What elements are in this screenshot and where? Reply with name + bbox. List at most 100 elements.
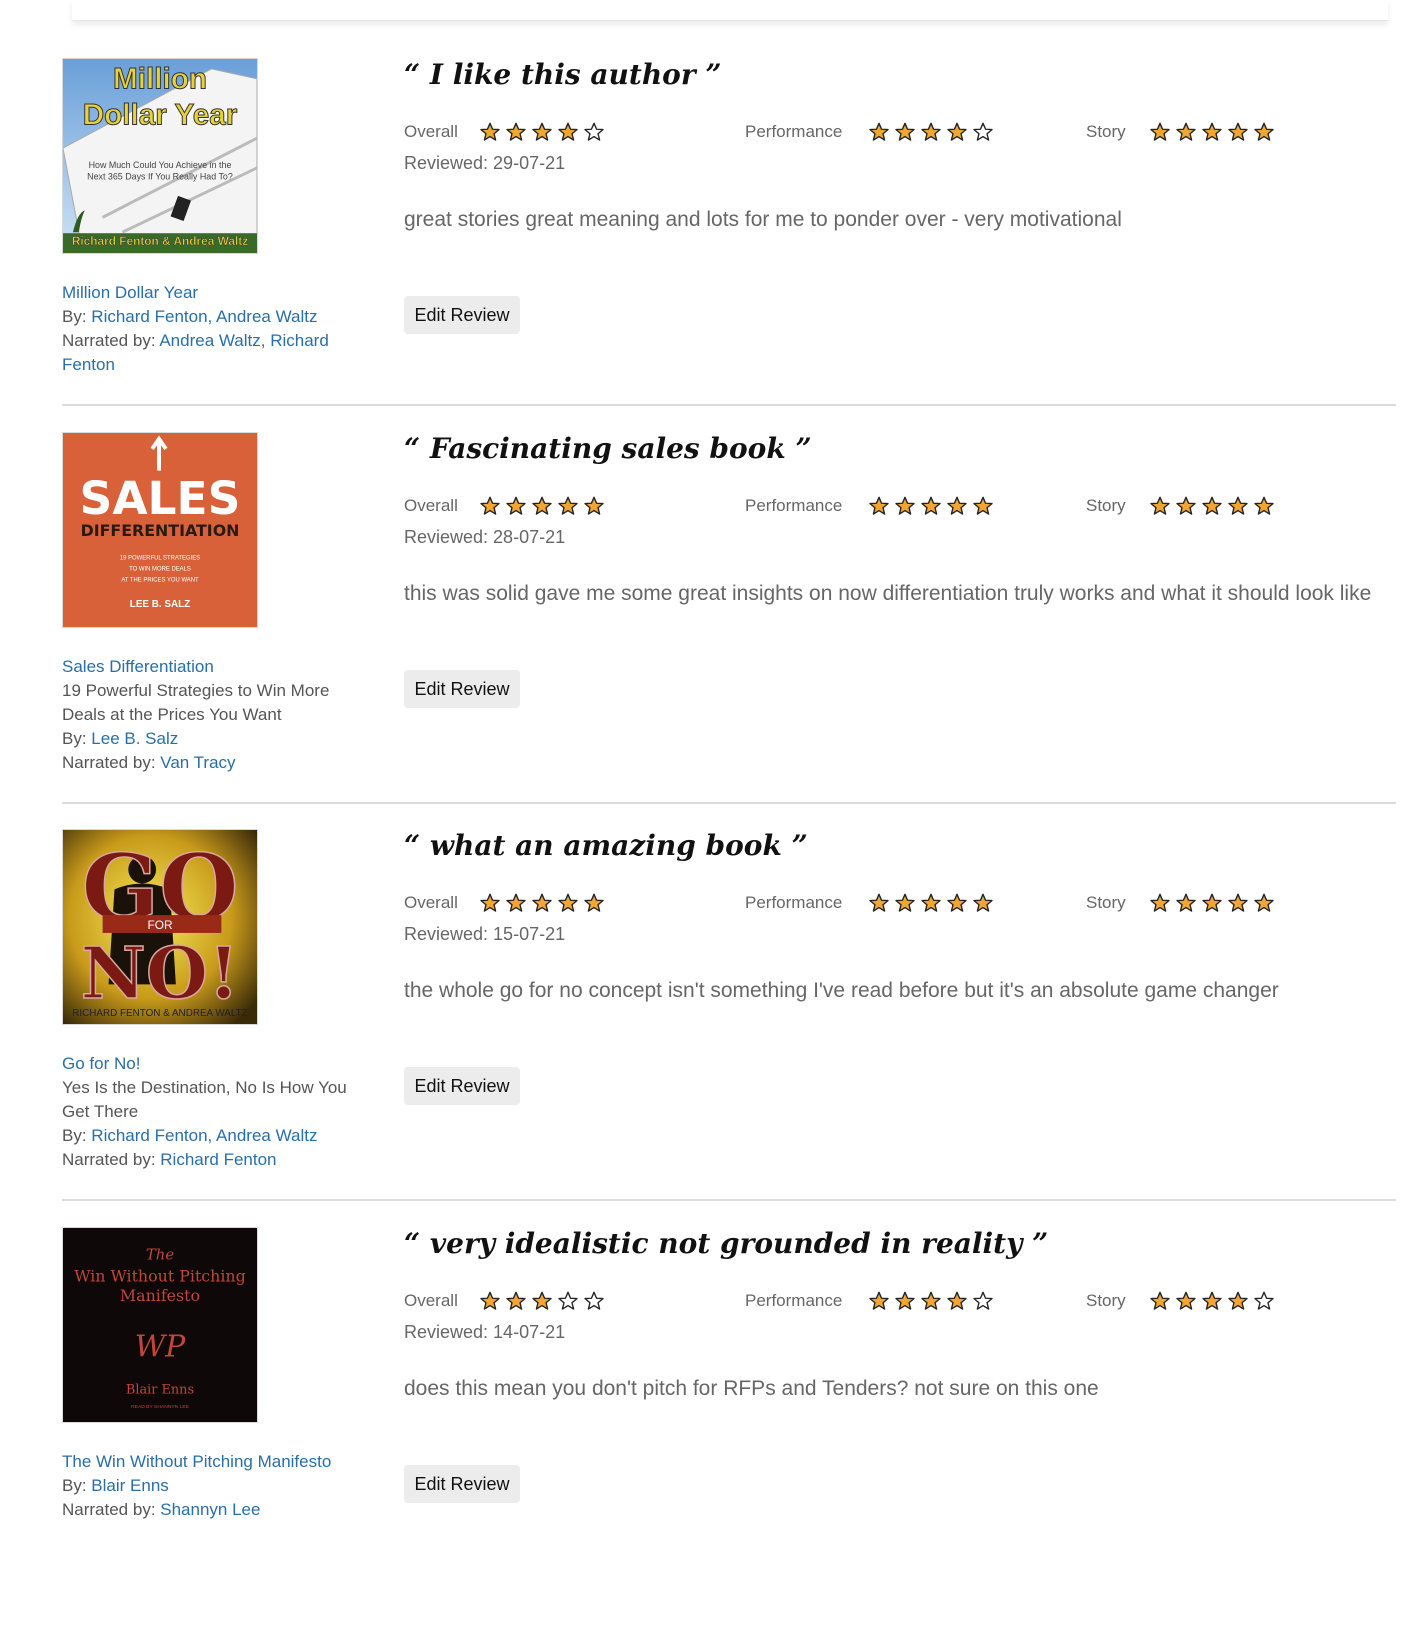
cover-tagline: 19 POWERFUL STRATEGIES — [120, 556, 200, 562]
star-filled-icon — [558, 122, 578, 141]
narrator-link[interactable]: Van Tracy — [160, 753, 235, 772]
star-filled-icon — [869, 893, 889, 912]
rating-stars-overall — [479, 495, 609, 517]
author-link[interactable]: Lee B. Salz — [91, 729, 178, 748]
rating-stars-overall — [479, 892, 609, 914]
name-separator: , — [207, 1126, 217, 1145]
narrator-prefix: Narrated by: — [62, 331, 160, 350]
rating-stars-overall — [479, 1290, 609, 1312]
star-filled-icon — [1150, 1291, 1170, 1310]
star-filled-icon — [947, 1291, 967, 1310]
narrator-prefix: Narrated by: — [62, 1500, 161, 1519]
book-cover[interactable]: SALES DIFFERENTIATION 19 POWERFUL STRATE… — [62, 432, 258, 628]
book-info: Go for No! Yes Is the Destination, No Is … — [62, 1052, 362, 1172]
star-filled-icon — [532, 122, 552, 141]
narrator-line: Narrated by: Richard Fenton — [62, 1148, 362, 1172]
cover-byline: LEE B. SALZ — [130, 599, 190, 610]
book-info: Million Dollar Year By: Richard Fenton, A… — [62, 281, 362, 377]
narrator-link[interactable]: Andrea Waltz — [159, 331, 260, 350]
author-prefix: By: — [62, 1126, 92, 1145]
cover-byline: Richard Fenton & Andrea Waltz — [72, 234, 248, 248]
review-headline-text: very idealistic not grounded in reality — [429, 1227, 1023, 1260]
top-bar-shadow — [72, 0, 1388, 21]
star-filled-icon — [869, 496, 889, 515]
review-date-prefix: Reviewed: — [404, 924, 494, 944]
review-date-value: 28-07-21 — [493, 527, 566, 547]
book-title-link[interactable]: Sales Differentiation — [62, 655, 362, 679]
star-filled-icon — [532, 496, 552, 515]
narrator-link[interactable]: Shannyn Lee — [160, 1500, 260, 1519]
rating-label-story: Story — [1086, 1291, 1126, 1310]
star-filled-icon — [506, 122, 526, 141]
review-headline-text: what an amazing book — [429, 829, 782, 862]
book-cover[interactable]: GO FOR NO! RICHARD FENTON & ANDREA WALTZ — [62, 829, 258, 1025]
star-filled-icon — [895, 496, 915, 515]
author-prefix: By: — [62, 729, 92, 748]
star-filled-icon — [506, 1291, 526, 1310]
star-filled-icon — [921, 1291, 941, 1310]
star-filled-icon — [584, 496, 604, 515]
star-filled-icon — [532, 893, 552, 912]
close-quote: ” — [781, 829, 808, 862]
narrator-link[interactable]: Richard Fenton — [160, 1150, 276, 1169]
author-link[interactable]: Richard Fenton — [91, 307, 207, 326]
book-cover[interactable]: Million Dollar Year How Much Could You A… — [62, 58, 258, 254]
star-filled-icon — [973, 893, 993, 912]
book-title-link[interactable]: The Win Without Pitching Manifesto — [62, 1450, 362, 1474]
narrator-line: Narrated by: Shannyn Lee — [62, 1498, 362, 1522]
rating-stars-performance — [868, 892, 998, 914]
edit-review-button[interactable]: Edit Review — [404, 296, 520, 334]
author-prefix: By: — [62, 307, 92, 326]
book-title-link[interactable]: Go for No! — [62, 1052, 362, 1076]
open-quote: “ — [404, 1227, 430, 1260]
rating-label-overall: Overall — [404, 1291, 458, 1310]
open-quote: “ — [404, 58, 430, 91]
rating-label-story: Story — [1086, 496, 1126, 515]
author-link[interactable]: Blair Enns — [91, 1476, 168, 1495]
review-separator — [62, 404, 1396, 406]
author-link[interactable]: Andrea Waltz — [216, 1126, 317, 1145]
star-filled-icon — [1228, 496, 1248, 515]
edit-review-button[interactable]: Edit Review — [404, 1067, 520, 1105]
star-filled-icon — [480, 893, 500, 912]
cover-art: GO FOR NO! RICHARD FENTON & ANDREA WALTZ — [63, 830, 257, 1024]
rating-stars-story — [1149, 892, 1279, 914]
cover-tagline: AT THE PRICES YOU WANT — [121, 577, 199, 583]
rating-label-performance: Performance — [745, 1291, 843, 1310]
cover-title-line: FOR — [147, 918, 172, 932]
star-empty-icon — [558, 1291, 578, 1310]
book-info: Sales Differentiation 19 Powerful Strateg… — [62, 655, 362, 775]
book-title-link[interactable]: Million Dollar Year — [62, 281, 362, 305]
review-body: the whole go for no concept isn't someth… — [404, 979, 1279, 1002]
star-filled-icon — [1228, 122, 1248, 141]
review-headline: “ Fascinating sales book ” — [404, 432, 812, 465]
author-prefix: By: — [62, 1476, 92, 1495]
author-link[interactable]: Richard Fenton — [91, 1126, 207, 1145]
star-filled-icon — [1150, 893, 1170, 912]
star-filled-icon — [973, 496, 993, 515]
review-date: Reviewed: 29-07-21 — [404, 151, 565, 175]
author-link[interactable]: Andrea Waltz — [216, 307, 317, 326]
star-filled-icon — [1202, 1291, 1222, 1310]
narrator-line: Narrated by: Andrea Waltz, Richard Fento… — [62, 329, 362, 377]
star-filled-icon — [1176, 893, 1196, 912]
close-quote: ” — [695, 58, 722, 91]
cover-byline: Blair Enns — [126, 1382, 194, 1397]
narrator-line: Narrated by: Van Tracy — [62, 751, 362, 775]
cover-title-line: Million — [113, 63, 207, 96]
star-empty-icon — [973, 122, 993, 141]
star-empty-icon — [973, 1291, 993, 1310]
star-empty-icon — [584, 122, 604, 141]
star-filled-icon — [921, 122, 941, 141]
book-cover[interactable]: The Win Without Pitching Manifesto WP Bl… — [62, 1227, 258, 1423]
cover-title-line: Dollar Year — [83, 98, 238, 131]
star-filled-icon — [921, 496, 941, 515]
rating-stars-story — [1149, 495, 1279, 517]
star-filled-icon — [869, 122, 889, 141]
edit-review-button[interactable]: Edit Review — [404, 1465, 520, 1503]
edit-review-button[interactable]: Edit Review — [404, 670, 520, 708]
star-filled-icon — [532, 1291, 552, 1310]
open-quote: “ — [404, 432, 430, 465]
review-item: Million Dollar Year How Much Could You A… — [0, 58, 1416, 458]
star-filled-icon — [895, 1291, 915, 1310]
